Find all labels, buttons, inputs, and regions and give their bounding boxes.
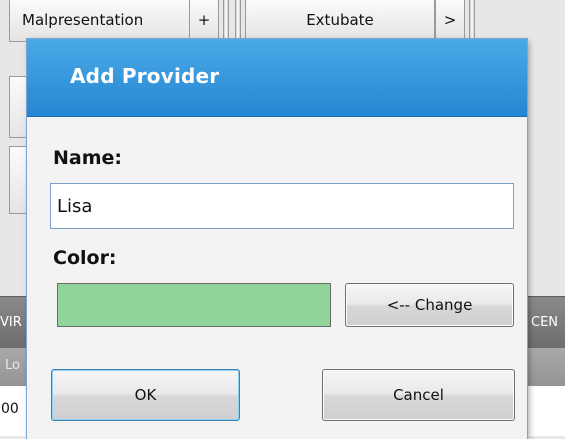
cancel-button[interactable]: Cancel bbox=[322, 369, 515, 421]
ok-button[interactable]: OK bbox=[51, 369, 240, 421]
background-side-button[interactable] bbox=[9, 146, 29, 214]
next-button[interactable]: > bbox=[435, 0, 465, 42]
dialog-title: Add Provider bbox=[70, 64, 220, 88]
change-color-button[interactable]: <-- Change bbox=[345, 283, 514, 327]
add-provider-dialog: Add Provider Name: Color: <-- Change OK … bbox=[27, 39, 527, 439]
toolbar-separator bbox=[469, 0, 475, 42]
color-label: Color: bbox=[53, 247, 117, 269]
header-text-right: CEN bbox=[531, 315, 559, 330]
background-side-button[interactable] bbox=[9, 76, 29, 138]
color-swatch bbox=[57, 283, 331, 327]
add-button[interactable]: + bbox=[189, 0, 219, 42]
content-text: 00 bbox=[1, 401, 19, 417]
name-input[interactable] bbox=[50, 183, 514, 229]
header-text-left: VIR bbox=[0, 315, 22, 330]
toolbar-separator bbox=[235, 0, 241, 42]
toolbar-separator bbox=[223, 0, 229, 42]
name-label: Name: bbox=[53, 147, 123, 169]
subheader-text: Lo bbox=[5, 358, 20, 373]
dialog-titlebar[interactable]: Add Provider bbox=[27, 39, 527, 117]
extubate-button[interactable]: Extubate bbox=[245, 0, 435, 42]
malpresentation-button[interactable]: Malpresentation bbox=[9, 0, 190, 42]
